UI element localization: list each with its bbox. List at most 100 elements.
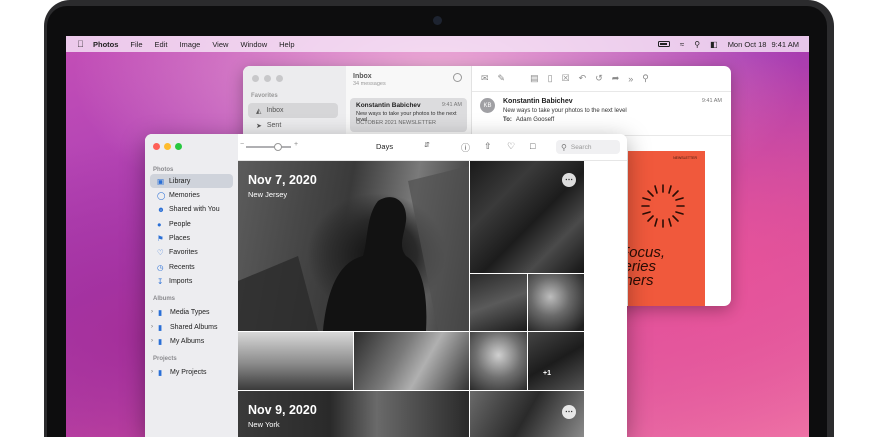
close-button[interactable] (252, 75, 259, 82)
mail-search-icon[interactable]: ⚲ (642, 73, 649, 84)
compose-icon[interactable]: ✎ (498, 73, 506, 84)
photo-tile[interactable] (470, 274, 527, 331)
zoom-in-icon[interactable]: + (294, 141, 298, 148)
chevron-right-icon[interactable]: › (151, 369, 158, 375)
sidebar-item-library[interactable]: ▣ Library (150, 174, 233, 188)
sidebar-item-places[interactable]: ⚑ Places (150, 231, 233, 245)
sidebar-item-shared-albums[interactable]: › ▮ Shared Albums (150, 320, 233, 334)
filter-icon[interactable] (453, 73, 462, 82)
memories-icon: ◯ (157, 190, 166, 200)
photos-section-header: Photos (153, 167, 174, 173)
battery-icon[interactable] (657, 41, 670, 47)
archive-icon[interactable]: ▤ (530, 73, 539, 84)
zoom-button[interactable] (276, 75, 283, 82)
sidebar-item-label: Recents (169, 263, 195, 271)
projects-section-header: Projects (153, 356, 177, 362)
photo-tile[interactable]: Nov 9, 2020 New York (238, 391, 469, 437)
chevron-right-icon[interactable]: › (151, 309, 158, 315)
sidebar-item-recents[interactable]: ◷ Recents (150, 260, 233, 274)
sidebar-item-my-projects[interactable]: › ▮ My Projects (150, 365, 233, 379)
forward-icon[interactable]: ➦ (612, 73, 620, 84)
zoom-button[interactable] (175, 143, 182, 150)
sidebar-item-my-albums[interactable]: › ▮ My Albums (150, 334, 233, 348)
search-field[interactable]: ⚲ Search (556, 140, 620, 154)
poster-line: phers (628, 272, 654, 289)
mail-list-count: 34 messages (353, 81, 386, 87)
chevron-right-icon[interactable]: › (151, 324, 158, 330)
mail-sidebar-inbox-label: Inbox (266, 107, 284, 114)
envelope-icon[interactable]: ✉ (481, 73, 489, 84)
apple-menu-icon[interactable]:  (77, 39, 85, 49)
search-placeholder: Search (570, 143, 592, 151)
sidebar-item-label: Library (169, 177, 191, 185)
share-icon[interactable]: ⇧ (484, 141, 492, 152)
mail-sidebar-sent[interactable]: ➤ Sent (248, 118, 338, 133)
sidebar-item-imports[interactable]: ↧ Imports (150, 274, 233, 288)
sidebar-item-label: Shared with You (169, 205, 220, 213)
more-options-icon[interactable]: ⋯ (562, 173, 576, 187)
search-icon[interactable]: ⚲ (694, 40, 700, 49)
mail-list-title: Inbox (353, 73, 372, 80)
photo-tile[interactable]: ⋯ (470, 391, 584, 437)
menu-view[interactable]: View (212, 40, 228, 49)
more-chevron-icon[interactable]: » (628, 74, 633, 84)
sidebar-item-label: Shared Albums (170, 323, 218, 331)
menu-app-photos[interactable]: Photos (93, 40, 118, 49)
sidebar-item-label: Media Types (170, 308, 210, 316)
mail-list-item[interactable]: Konstantin Babichev 9:41 AM New ways to … (350, 98, 467, 132)
junk-icon[interactable]: ☒ (562, 73, 570, 84)
message-preview: OCTOBER 2021 NEWSLETTER (356, 120, 436, 126)
menu-image[interactable]: Image (179, 40, 200, 49)
chevron-right-icon[interactable]: › (151, 338, 158, 344)
photo-tile[interactable] (238, 332, 353, 390)
menu-file[interactable]: File (130, 40, 142, 49)
photo-tile[interactable]: ⋯ (470, 161, 584, 273)
group-date: Nov 7, 2020 (248, 173, 317, 187)
photo-tile[interactable] (354, 332, 469, 390)
mail-sidebar-sent-label: Sent (266, 122, 282, 129)
trash-icon[interactable]: ▯ (548, 73, 553, 84)
zoom-out-icon[interactable]: − (240, 141, 244, 148)
photo-tile[interactable] (528, 274, 584, 331)
photo-tile[interactable] (470, 332, 527, 390)
menu-help[interactable]: Help (279, 40, 294, 49)
close-button[interactable] (153, 143, 160, 150)
group-date: Nov 9, 2020 (248, 403, 317, 417)
more-options-icon[interactable]: ⋯ (562, 405, 576, 419)
info-icon[interactable]: ⓘ (461, 141, 470, 154)
menubar-date[interactable]: Mon Oct 18 (728, 40, 767, 49)
sidebar-item-shared-with-you[interactable]: ☻ Shared with You (150, 202, 233, 216)
wifi-icon[interactable]: ≈ (680, 40, 684, 49)
sidebar-item-favorites[interactable]: ♡ Favorites (150, 245, 233, 259)
menu-window[interactable]: Window (240, 40, 267, 49)
mail-favorites-header: Favorites (251, 93, 278, 99)
reply-all-icon[interactable]: ↺ (595, 73, 603, 84)
sidebar-item-media-types[interactable]: › ▮ Media Types (150, 305, 233, 319)
minimize-button[interactable] (164, 143, 171, 150)
menubar-time[interactable]: 9:41 AM (771, 40, 799, 49)
photo-tile[interactable]: +1 (528, 332, 584, 390)
minimize-button[interactable] (264, 75, 271, 82)
zoom-slider[interactable]: − + (240, 141, 298, 151)
folder-icon: ▮ (158, 322, 163, 332)
heart-icon: ♡ (157, 247, 164, 257)
view-mode-selector[interactable]: Days (376, 142, 393, 151)
zoom-slider-knob[interactable] (273, 143, 282, 151)
control-center-icon[interactable]: ◧ (710, 40, 718, 49)
reply-icon[interactable]: ↶ (579, 73, 587, 84)
rotate-icon[interactable]: □ (530, 141, 535, 151)
message-time: 9:41 AM (441, 102, 462, 108)
camera (433, 16, 442, 25)
recipient-name: Adam Gooseff (515, 117, 555, 123)
mail-sidebar-inbox[interactable]: ◭ Inbox (248, 103, 338, 118)
sidebar-item-people[interactable]: ● People (150, 217, 233, 231)
photo-hero[interactable]: Nov 7, 2020 New Jersey (238, 161, 469, 331)
chevron-updown-icon[interactable]: ⇵ (424, 141, 430, 149)
sidebar-item-memories[interactable]: ◯ Memories (150, 188, 233, 202)
desktop:  Photos File Edit Image View Window Hel… (66, 36, 809, 437)
sidebar-item-label: My Projects (170, 368, 207, 376)
menu-edit[interactable]: Edit (155, 40, 168, 49)
heart-icon[interactable]: ♡ (507, 141, 515, 152)
poster-tag: NEWSLETTER (673, 156, 697, 160)
sidebar-item-label: Favorites (169, 248, 198, 256)
